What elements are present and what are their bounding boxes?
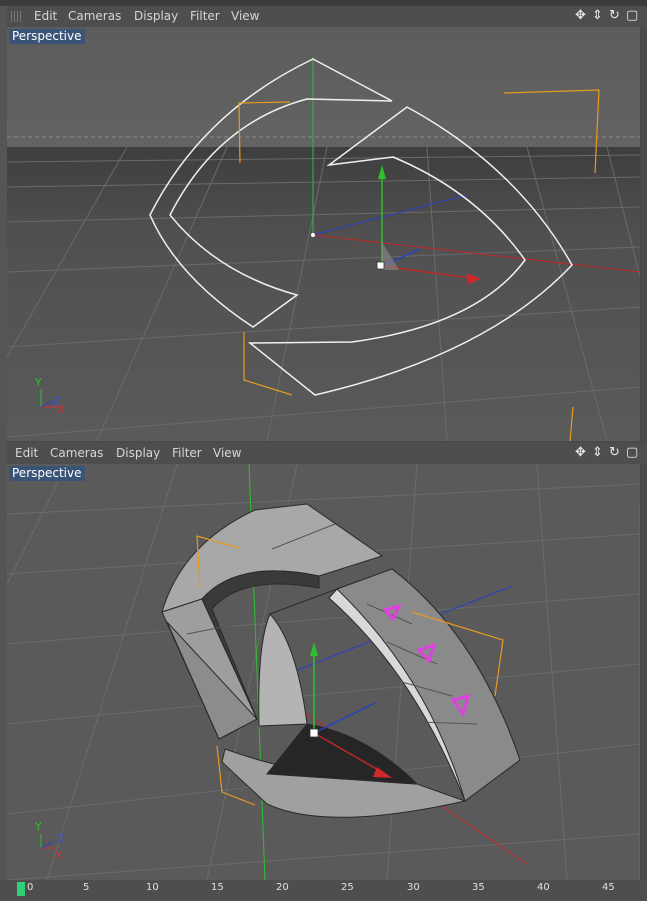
menu-edit[interactable]: Edit — [15, 446, 38, 460]
maximize-icon[interactable]: ▢ — [626, 9, 638, 23]
top-viewport[interactable]: Perspective Y Z X — [7, 27, 640, 441]
viewport-label[interactable]: Perspective — [9, 466, 85, 481]
menu-filter[interactable]: Filter — [172, 446, 202, 460]
timeline-tick: 10 — [146, 882, 159, 893]
bottom-viewport[interactable]: Perspective Y Z X — [7, 464, 640, 880]
bottom-viewport-menubar: Edit Cameras Display Filter View ✥ ⇕ ↻ ▢ — [7, 443, 647, 464]
menu-display[interactable]: Display — [116, 446, 160, 460]
rotate-icon[interactable]: ↻ — [609, 9, 620, 23]
rotate-icon[interactable]: ↻ — [609, 446, 620, 460]
menu-cameras[interactable]: Cameras — [50, 446, 103, 460]
menu-filter[interactable]: Filter — [190, 9, 220, 23]
zoom-icon[interactable]: ⇕ — [592, 9, 603, 23]
timeline-tick: 15 — [211, 882, 224, 893]
timeline-tick: 25 — [341, 882, 354, 893]
svg-text:Y: Y — [34, 820, 42, 833]
menu-cameras[interactable]: Cameras — [68, 9, 121, 23]
playhead-marker[interactable] — [17, 882, 25, 896]
timeline-tick: 20 — [276, 882, 289, 893]
svg-text:X: X — [55, 849, 63, 860]
timeline-tick: 30 — [407, 882, 420, 893]
menu-view[interactable]: View — [231, 9, 259, 23]
axes-gizmo: Y Z X — [34, 376, 65, 415]
bottom-viewport-scene — [7, 464, 640, 880]
zoom-icon[interactable]: ⇕ — [592, 446, 603, 460]
viewport-label[interactable]: Perspective — [9, 29, 85, 44]
move-icon[interactable]: ✥ — [575, 446, 586, 460]
timeline-tick: 40 — [537, 882, 550, 893]
timeline-tick: 35 — [472, 882, 485, 893]
current-frame-label: 0 — [27, 882, 34, 893]
timeline-tick: 5 — [83, 882, 90, 893]
timeline-bar[interactable]: 0 5 10 15 20 25 30 35 40 45 — [0, 880, 647, 901]
timeline-tick: 45 — [602, 882, 615, 893]
top-viewport-menubar: Edit Cameras Display Filter View ✥ ⇕ ↻ ▢ — [7, 6, 647, 27]
move-icon[interactable]: ✥ — [575, 9, 586, 23]
menu-edit[interactable]: Edit — [34, 9, 57, 23]
maximize-icon[interactable]: ▢ — [626, 446, 638, 460]
top-viewport-scene — [7, 27, 640, 441]
drag-grip-icon[interactable] — [11, 11, 23, 22]
menu-display[interactable]: Display — [134, 9, 178, 23]
axes-gizmo: Y Z X — [34, 820, 65, 860]
svg-text:Y: Y — [34, 376, 42, 389]
svg-text:X: X — [57, 403, 65, 415]
menu-view[interactable]: View — [213, 446, 241, 460]
left-panel-edge — [0, 6, 7, 880]
svg-text:Z: Z — [57, 832, 65, 845]
